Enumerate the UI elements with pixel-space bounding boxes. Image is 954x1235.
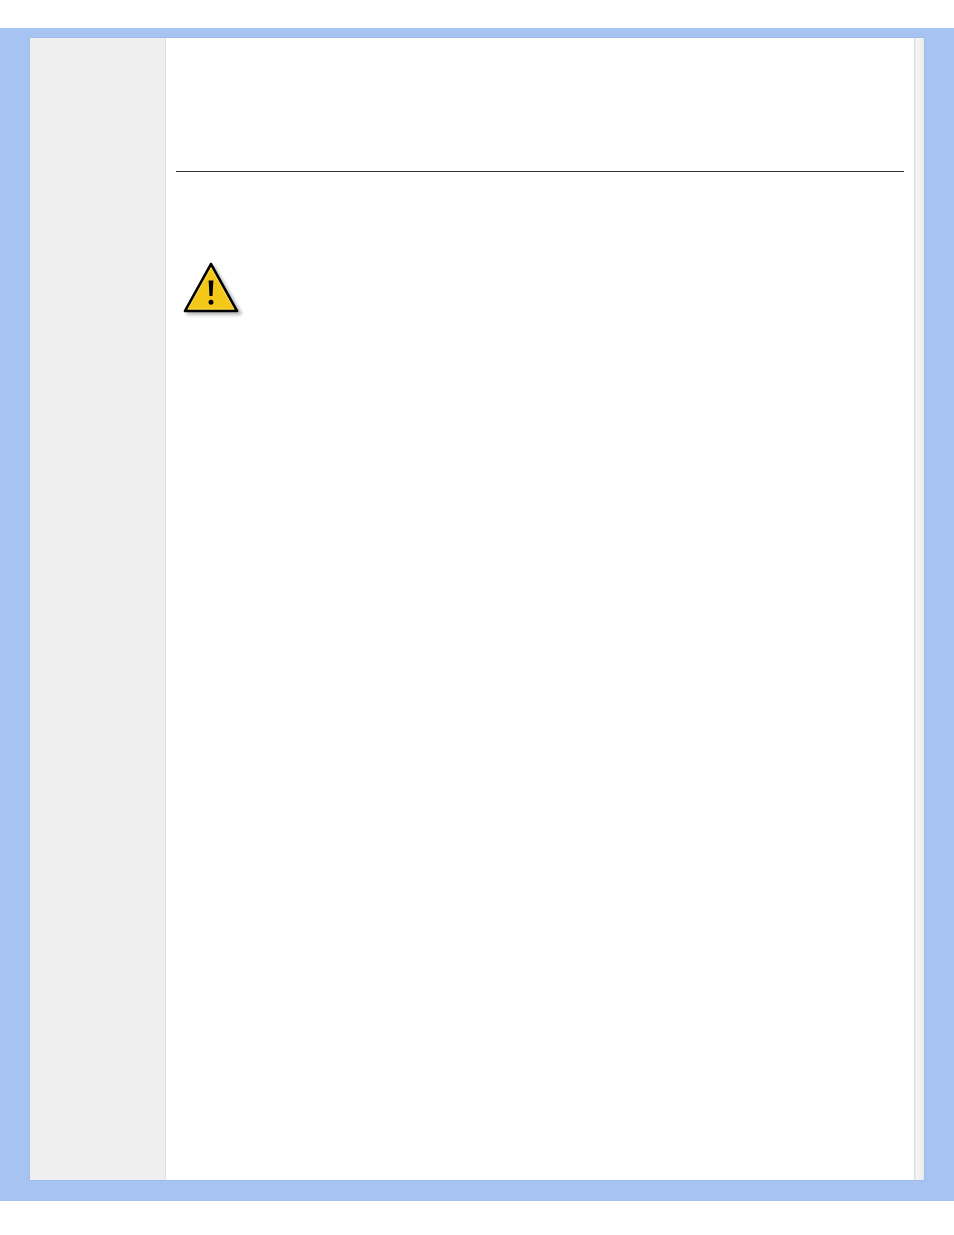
- window-frame: [0, 0, 954, 1235]
- sidebar: [30, 38, 166, 1180]
- main-content: [166, 38, 914, 1180]
- title-bar-area: [0, 0, 954, 28]
- bottom-strip: [0, 1201, 954, 1235]
- scrollbar-thumb[interactable]: [916, 38, 924, 1180]
- section-divider: [176, 171, 904, 172]
- warning-icon: [182, 262, 244, 318]
- sidebar-divider: [165, 38, 166, 1180]
- scrollbar-vertical[interactable]: [914, 38, 924, 1180]
- content-card: [30, 38, 924, 1180]
